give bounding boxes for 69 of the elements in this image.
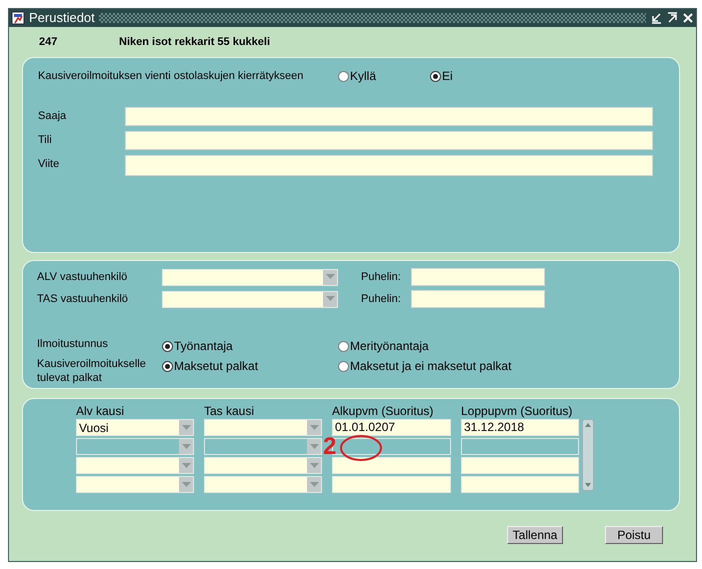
phone-field[interactable]	[411, 290, 545, 308]
field-label: Tili	[38, 133, 53, 148]
dropdown-field[interactable]	[162, 290, 338, 308]
input-field[interactable]	[125, 155, 653, 176]
caret-icon[interactable]	[182, 444, 190, 450]
dropdown-field[interactable]	[162, 268, 338, 286]
maximize-icon[interactable]	[666, 12, 678, 24]
radio-button[interactable]	[162, 360, 173, 372]
radio-button[interactable]	[430, 70, 441, 82]
caret-icon[interactable]	[326, 296, 334, 302]
field-label: Puhelin:	[361, 270, 402, 285]
dropdown-field[interactable]	[204, 457, 322, 474]
window-title: Perustiedot	[29, 9, 95, 28]
field-label: ALV vastuuhenkilö	[37, 270, 128, 285]
radio-label[interactable]: Kyllä	[350, 67, 376, 85]
record-number: 247	[39, 34, 58, 50]
column-header: Alkupvm (Suoritus)	[332, 403, 434, 419]
field-label: Saaja	[38, 109, 68, 124]
radio-label[interactable]: Maksetut ja ei maksetut palkat	[350, 357, 512, 375]
column-header: Alv kausi	[76, 403, 126, 419]
date-field[interactable]: 01.01.0207	[332, 419, 451, 436]
export-label: Kausiveroilmoituksen vienti ostolaskujen kierrätykseen	[38, 68, 304, 84]
scrollbar[interactable]	[582, 419, 594, 491]
dropdown-field[interactable]	[76, 476, 194, 493]
date-field[interactable]: 31.12.2018	[461, 419, 579, 436]
radio-button[interactable]	[338, 360, 349, 372]
date-field[interactable]	[461, 438, 579, 455]
date-field[interactable]	[461, 476, 579, 493]
date-field[interactable]	[332, 457, 451, 474]
caret-icon[interactable]	[182, 424, 190, 430]
input-field[interactable]	[125, 107, 653, 126]
radio-label[interactable]: Merityönantaja	[350, 337, 429, 355]
caret-icon[interactable]	[310, 482, 318, 488]
radio-button[interactable]	[338, 70, 349, 82]
date-field[interactable]	[332, 476, 451, 493]
group-label: Ilmoitustunnus	[37, 337, 109, 351]
radio-button[interactable]	[162, 340, 173, 352]
caret-icon[interactable]	[310, 424, 318, 430]
annotation-ellipse	[339, 434, 383, 462]
phone-field[interactable]	[411, 268, 545, 286]
minimize-icon[interactable]	[650, 12, 662, 24]
close-icon[interactable]	[682, 12, 694, 24]
caret-icon[interactable]	[182, 462, 190, 468]
column-header: Loppupvm (Suoritus)	[461, 403, 574, 419]
radio-button[interactable]	[338, 340, 349, 352]
group-label: Kausiveroilmoitukselle tulevat palkat	[37, 357, 147, 385]
radio-label[interactable]: Maksetut palkat	[174, 357, 258, 375]
app-icon	[11, 11, 25, 25]
dropdown-field[interactable]: Vuosi	[76, 419, 194, 436]
action-button[interactable]: Tallenna	[507, 526, 563, 544]
column-header: Tas kausi	[204, 403, 256, 419]
radio-label[interactable]: Työnantaja	[174, 337, 233, 355]
caret-icon[interactable]	[310, 444, 318, 450]
radio-label[interactable]: Ei	[442, 67, 453, 85]
dropdown-field[interactable]	[76, 438, 194, 455]
dropdown-field[interactable]	[76, 457, 194, 474]
dropdown-field[interactable]	[204, 476, 322, 493]
dropdown-field[interactable]	[204, 419, 322, 436]
record-name: Niken isot rekkarit 55 kukkeli	[119, 34, 270, 50]
input-field[interactable]	[125, 131, 653, 150]
dropdown-field[interactable]	[204, 438, 322, 455]
field-label: TAS vastuuhenkilö	[37, 292, 129, 307]
caret-icon[interactable]	[326, 274, 334, 280]
action-button[interactable]: Poistu	[605, 526, 663, 544]
caret-icon[interactable]	[310, 462, 318, 468]
field-label: Puhelin:	[361, 292, 402, 307]
field-label: Viite	[38, 157, 60, 172]
date-field[interactable]	[461, 457, 579, 474]
caret-icon[interactable]	[182, 482, 190, 488]
